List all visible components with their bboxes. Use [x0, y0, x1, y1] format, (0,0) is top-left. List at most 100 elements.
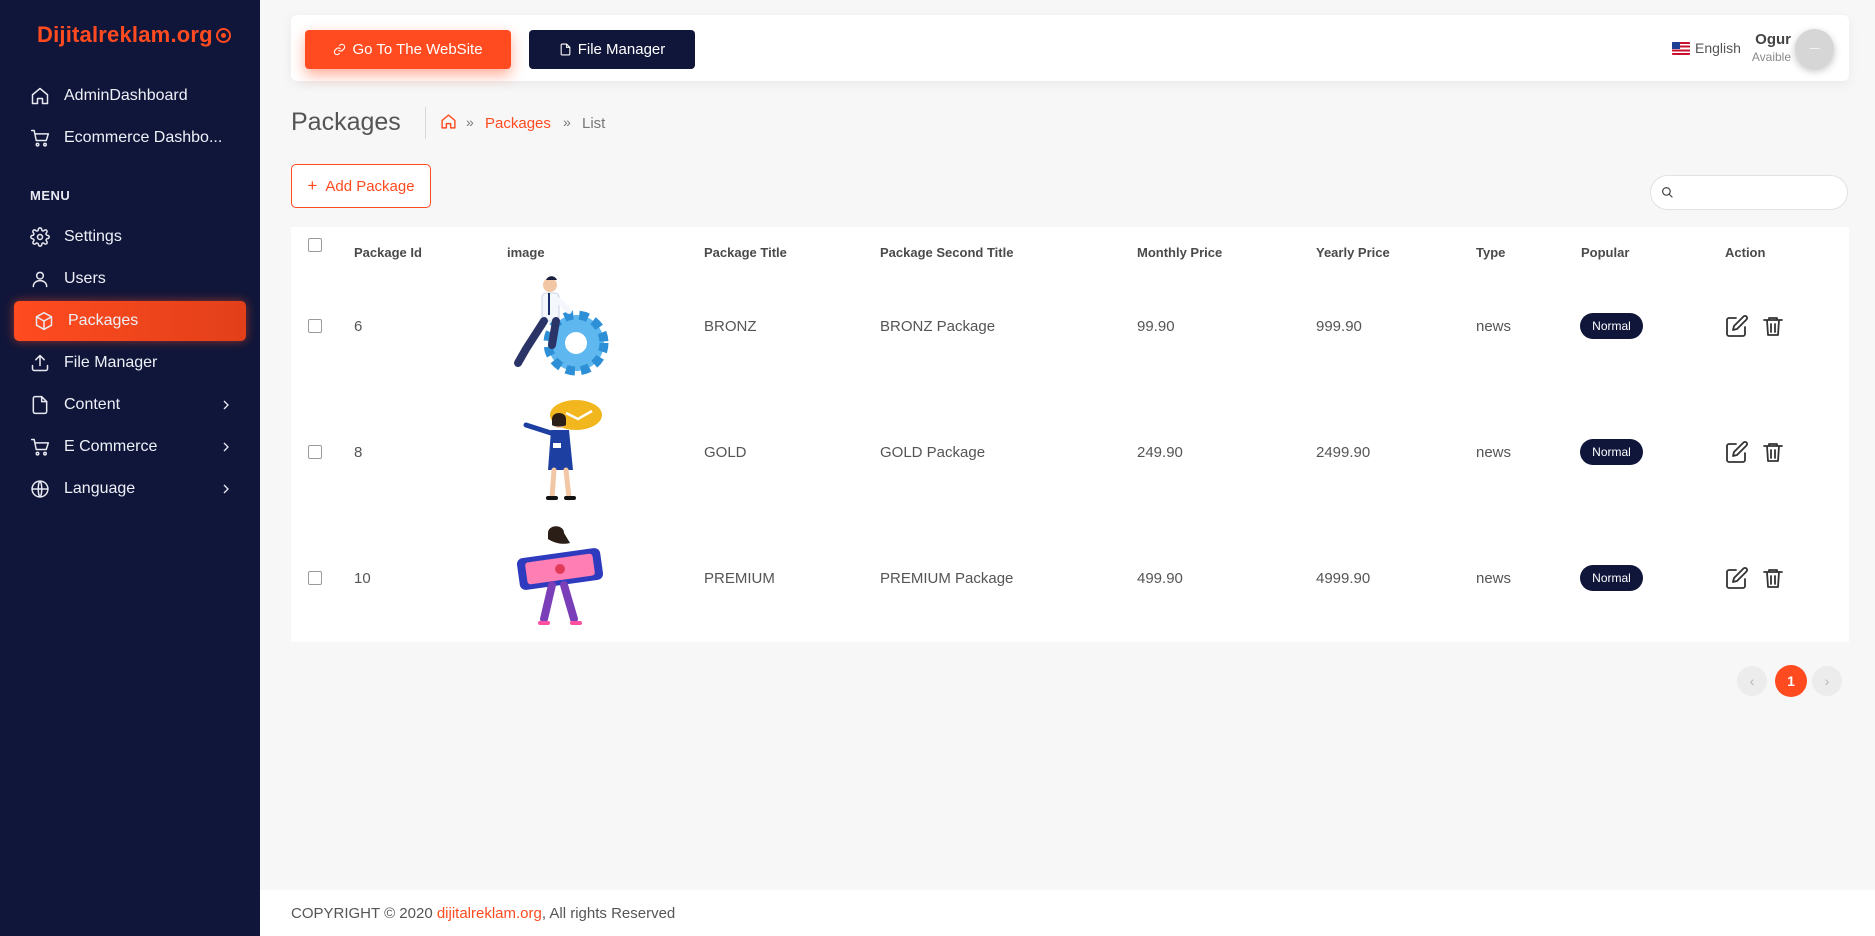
globe-icon [30, 479, 50, 499]
package-image-idea-woman [523, 400, 602, 501]
footer-site-link[interactable]: dijitalreklam.org [437, 905, 542, 922]
file-manager-button[interactable]: File Manager [529, 30, 695, 69]
avatar[interactable]: — [1795, 29, 1834, 68]
column-header-yearly-price[interactable]: Yearly Price [1316, 245, 1390, 260]
cell-type: news [1476, 443, 1512, 461]
cell-monthly-price: 499.90 [1137, 569, 1183, 587]
cell-package-second-title: BRONZ Package [880, 317, 996, 335]
copyright-text: COPYRIGHT © 2020 dijitalreklam.org, All … [291, 905, 675, 922]
copyright-suffix: , All rights Reserved [541, 905, 676, 922]
column-header-monthly-price[interactable]: Monthly Price [1137, 245, 1222, 260]
add-package-label: Add Package [325, 177, 415, 195]
cell-package-second-title: PREMIUM Package [880, 569, 1014, 587]
cell-package-second-title: GOLD Package [880, 443, 986, 461]
sidebar-item-label: Users [64, 270, 106, 287]
file-icon [560, 43, 571, 56]
column-header-package-title[interactable]: Package Title [704, 245, 787, 260]
chevron-right-icon [218, 481, 234, 497]
cell-monthly-price: 99.90 [1137, 317, 1175, 335]
column-header-package-id[interactable]: Package Id [354, 245, 422, 260]
pagination-next-button[interactable]: › [1812, 666, 1842, 696]
search-input[interactable] [1679, 182, 1839, 204]
upload-icon [30, 353, 50, 373]
row-checkbox[interactable] [308, 571, 322, 585]
page-title: Packages [291, 108, 401, 136]
cell-package-id: 8 [354, 443, 363, 461]
chevron-right-icon [218, 397, 234, 413]
edit-icon[interactable] [1725, 314, 1749, 338]
pagination-page-1[interactable]: 1 [1775, 665, 1807, 697]
brand-logo[interactable]: Dijitalreklam.org [37, 22, 231, 48]
top-navbar: Go To The WebSite File Manager English O… [291, 15, 1849, 81]
search-icon [1661, 186, 1674, 199]
copyright-prefix: COPYRIGHT © 2020 [291, 905, 437, 922]
cell-package-title: BRONZ [704, 317, 757, 335]
sidebar-item-users[interactable]: Users [14, 259, 246, 299]
sidebar-item-label: Language [64, 480, 136, 497]
brand-name: Dijitalreklam.org [37, 22, 213, 47]
column-header-type[interactable]: Type [1476, 245, 1505, 260]
cell-type: news [1476, 569, 1512, 587]
chevron-right-icon [218, 439, 234, 455]
cell-package-id: 10 [354, 569, 371, 587]
column-header-image[interactable]: image [507, 245, 545, 260]
table-row: 10 PREMIUM PREMIUM Package 499.90 4999.9… [291, 515, 1849, 641]
sidebar-item-label: File Manager [64, 354, 158, 371]
package-image-phone-woman [516, 526, 604, 625]
us-flag-icon[interactable] [1672, 42, 1690, 55]
sidebar-item-file-manager[interactable]: File Manager [14, 343, 246, 383]
cart-icon [30, 437, 50, 457]
cart-icon [30, 128, 50, 148]
column-header-package-second-title[interactable]: Package Second Title [880, 245, 1013, 260]
row-checkbox[interactable] [308, 319, 322, 333]
link-icon [334, 43, 346, 56]
trash-icon[interactable] [1761, 314, 1785, 338]
breadcrumb-home-icon[interactable] [440, 113, 457, 130]
column-header-popular[interactable]: Popular [1581, 245, 1629, 260]
sidebar-item-admin-dashboard[interactable]: AdminDashboard [14, 76, 246, 116]
cell-monthly-price: 249.90 [1137, 443, 1183, 461]
sidebar-item-label: Settings [64, 228, 122, 245]
user-status: Avaible [1751, 50, 1791, 64]
user-icon [30, 269, 50, 289]
add-package-button[interactable]: + Add Package [291, 164, 431, 208]
breadcrumb-current: List [582, 115, 606, 132]
cell-package-id: 6 [354, 317, 363, 335]
sidebar-item-label: Content [64, 396, 121, 413]
sidebar-item-label: Packages [68, 312, 139, 329]
table-row: 6 BRONZ BRONZ Package 99.90 999.90 news … [291, 263, 1849, 389]
trash-icon[interactable] [1761, 440, 1785, 464]
edit-icon[interactable] [1725, 440, 1749, 464]
pagination-prev-button[interactable]: ‹ [1737, 666, 1767, 696]
cell-yearly-price: 2499.90 [1316, 443, 1371, 461]
trash-icon[interactable] [1761, 566, 1785, 590]
menu-section-label: MENU [30, 188, 71, 203]
sidebar-item-label: E Commerce [64, 438, 158, 455]
file-icon [30, 395, 50, 415]
cell-yearly-price: 999.90 [1316, 317, 1362, 335]
cell-type: news [1476, 317, 1512, 335]
sidebar-item-packages[interactable]: Packages [14, 301, 246, 341]
sidebar-item-label: Ecommerce Dashbo... [64, 129, 223, 146]
column-header-action: Action [1725, 245, 1766, 260]
row-checkbox[interactable] [308, 445, 322, 459]
package-image-gear-man [514, 276, 609, 376]
box-icon [34, 311, 54, 331]
select-all-checkbox[interactable] [308, 238, 322, 252]
plus-icon: + [307, 176, 318, 195]
sidebar-item-language[interactable]: Language [14, 469, 246, 509]
go-to-website-button[interactable]: Go To The WebSite [305, 30, 511, 69]
sidebar-item-content[interactable]: Content [14, 385, 246, 425]
sidebar-item-settings[interactable]: Settings [14, 217, 246, 257]
search-box[interactable] [1650, 175, 1848, 210]
title-divider [425, 107, 426, 139]
breadcrumb-packages-link[interactable]: Packages [485, 115, 551, 132]
cell-yearly-price: 4999.90 [1316, 569, 1371, 587]
breadcrumb-separator: » [466, 114, 474, 130]
sidebar-item-ecommerce-dashboard[interactable]: Ecommerce Dashbo... [14, 118, 246, 158]
table-row: 8 GOLD GOLD Package 249.90 2499.90 news … [291, 389, 1849, 515]
sidebar-item-e-commerce[interactable]: E Commerce [14, 427, 246, 467]
edit-icon[interactable] [1725, 566, 1749, 590]
status-badge: Normal [1580, 565, 1643, 591]
brand-ring-icon [215, 28, 231, 43]
